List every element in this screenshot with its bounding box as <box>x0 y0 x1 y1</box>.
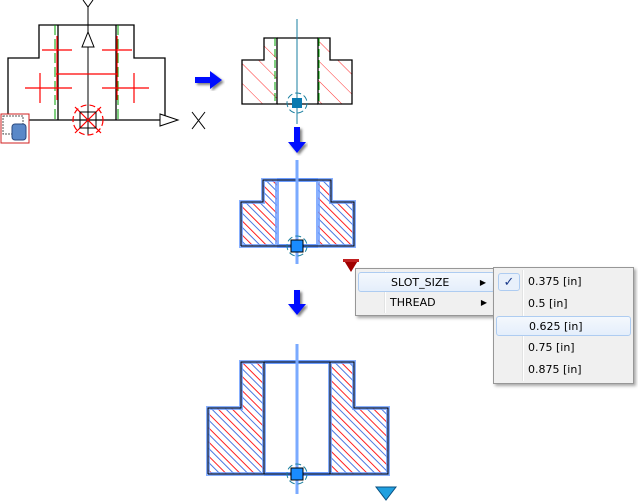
menu-item-slot-size[interactable]: SLOT_SIZE ▶ <box>358 272 495 292</box>
sketch-tool-icon[interactable] <box>0 113 30 144</box>
submenu-item[interactable]: 0.5 [in] <box>496 294 631 314</box>
cad-illustration <box>0 0 622 501</box>
sketch-drawing <box>0 0 206 144</box>
submenu-item[interactable]: ✓ 0.375 [in] <box>496 272 631 292</box>
submenu-item[interactable]: 0.875 [in] <box>496 360 631 380</box>
menu-item-thread[interactable]: THREAD ▶ <box>358 293 495 313</box>
arrow-down-icon <box>288 290 306 315</box>
arrow-right-icon <box>195 71 222 89</box>
section-view <box>241 19 353 124</box>
checkmark-icon: ✓ <box>498 273 520 291</box>
slot-size-submenu: ✓ 0.375 [in] 0.5 [in] 0.625 [in] 0.75 [i… <box>493 267 634 384</box>
arrow-down-icon <box>288 127 306 153</box>
submenu-item[interactable]: 0.75 [in] <box>496 338 631 358</box>
resized-section-view <box>206 344 390 494</box>
submenu-arrow-icon: ▶ <box>480 298 487 307</box>
submenu-item[interactable]: 0.625 [in] <box>496 316 631 336</box>
context-menu: SLOT_SIZE ▶ THREAD ▶ <box>355 268 498 316</box>
submenu-arrow-icon: ▶ <box>479 278 486 287</box>
selected-section-view <box>239 160 356 264</box>
parameter-trigger-icon[interactable] <box>374 486 398 501</box>
